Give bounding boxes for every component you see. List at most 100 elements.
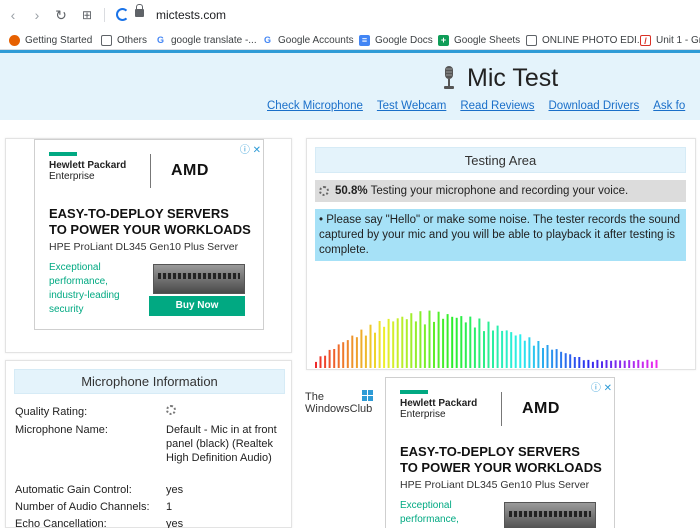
- visualizer-bar: [374, 332, 376, 368]
- visualizer-bar: [478, 318, 481, 368]
- unit-icon: /: [640, 34, 651, 46]
- nav-download-drivers[interactable]: Download Drivers: [549, 100, 640, 112]
- visualizer-bar: [351, 335, 354, 368]
- ad-tagline-4: security: [49, 304, 84, 315]
- bookmark-getting-started[interactable]: Getting Started: [9, 33, 92, 47]
- ad-close-icon[interactable]: ⓘ ✕: [240, 141, 261, 156]
- agc-label: Automatic Gain Control:: [15, 484, 132, 496]
- address-divider: [104, 8, 105, 22]
- bookmark-google-accounts[interactable]: G Google Accounts: [262, 33, 354, 47]
- visualizer-bar: [637, 359, 640, 368]
- hpe-ad-bottom[interactable]: ⓘ ✕ Hewlett Packard Enterprise AMD EASY-…: [385, 377, 615, 528]
- visualizer-bar: [405, 319, 408, 368]
- visualizer-bar: [501, 330, 504, 368]
- visualizer-bar: [414, 321, 417, 368]
- docs-icon: ≡: [359, 34, 370, 46]
- ad-tagline-1: Exceptional: [400, 500, 452, 511]
- visualizer-bar: [537, 341, 540, 368]
- firefox-icon: [9, 34, 20, 46]
- ad-tagline-3: industry-leading: [49, 290, 120, 301]
- nav-ask-for[interactable]: Ask fo: [653, 100, 685, 112]
- visualizer-bar: [628, 360, 631, 368]
- visualizer-bar: [387, 318, 390, 368]
- reload-icon[interactable]: ↻: [52, 6, 70, 24]
- visualizer-bar: [542, 348, 544, 368]
- visualizer-bar: [446, 314, 449, 368]
- progress-text: Testing your microphone and recording yo…: [367, 185, 629, 197]
- visualizer-bar: [455, 317, 458, 368]
- server-image: [153, 264, 245, 294]
- forward-icon[interactable]: ›: [28, 6, 46, 24]
- nav-test-webcam[interactable]: Test Webcam: [377, 100, 446, 112]
- audio-visualizer: [315, 310, 658, 368]
- hpe-bar: [400, 390, 428, 394]
- visualizer-bar: [315, 361, 317, 368]
- bookmark-others[interactable]: Others: [101, 33, 147, 47]
- visualizer-bar: [555, 349, 558, 368]
- audio-channels-value: 1: [166, 501, 173, 513]
- visualizer-bar: [346, 340, 349, 368]
- visualizer-bar: [510, 332, 513, 368]
- visualizer-bar: [496, 325, 499, 368]
- visualizer-bar: [401, 316, 404, 368]
- ad-close-icon[interactable]: ⓘ ✕: [591, 379, 612, 394]
- testing-area-title: Testing Area: [315, 147, 686, 173]
- visualizer-bar: [419, 311, 422, 368]
- folder-icon: [101, 34, 112, 46]
- amd-logo: AMD: [522, 400, 560, 417]
- ad-headline-2: TO POWER YOUR WORKLOADS: [49, 222, 251, 237]
- visualizer-bar: [587, 359, 590, 368]
- google-icon: G: [263, 34, 271, 45]
- visualizer-bar: [605, 360, 608, 368]
- site-title: Mic Test: [467, 64, 559, 92]
- visualizer-bar: [487, 321, 490, 368]
- visualizer-bar: [578, 357, 581, 368]
- visualizer-bar: [442, 318, 445, 368]
- visualizer-bar: [596, 359, 599, 368]
- visualizer-bar: [641, 361, 644, 368]
- nav-read-reviews[interactable]: Read Reviews: [460, 100, 534, 112]
- visualizer-bar: [582, 360, 585, 368]
- visualizer-bar: [591, 361, 594, 368]
- google-icon: G: [156, 34, 164, 45]
- echo-cancellation-label: Echo Cancellation:: [15, 518, 107, 528]
- visualizer-bar: [564, 353, 567, 368]
- visualizer-bar: [632, 361, 635, 368]
- bookmark-unit-1[interactable]: / Unit 1 - Gr: [640, 33, 700, 47]
- ad-headline-1: EASY-TO-DEPLOY SERVERS: [49, 206, 229, 221]
- hpe-logo: Hewlett Packard Enterprise: [49, 152, 126, 182]
- nav-check-microphone[interactable]: Check Microphone: [267, 100, 363, 112]
- hpe-brand-sub: Enterprise: [400, 409, 446, 420]
- bookmark-google-translate[interactable]: G google translate -...: [155, 33, 257, 47]
- bookmark-google-sheets[interactable]: + Google Sheets: [438, 33, 520, 47]
- server-image: [504, 502, 596, 528]
- mic-name-label: Microphone Name:: [15, 424, 108, 436]
- site-header: Mic Test Check Microphone Test Webcam Re…: [0, 50, 700, 120]
- bookmark-online-photo-editor[interactable]: ONLINE PHOTO EDI...: [526, 33, 645, 47]
- site-nav: Check Microphone Test Webcam Read Review…: [267, 100, 685, 112]
- microphone-icon: [444, 66, 454, 89]
- grid-icon[interactable]: ⊞: [78, 6, 96, 24]
- visualizer-bar: [392, 321, 395, 368]
- visualizer-bar: [569, 354, 572, 368]
- back-icon[interactable]: ‹: [4, 6, 22, 24]
- visualizer-bar: [560, 351, 563, 368]
- visualizer-bar: [460, 316, 463, 368]
- visualizer-bar: [551, 349, 554, 368]
- quality-rating-label: Quality Rating:: [15, 406, 88, 418]
- buy-now-button[interactable]: Buy Now: [149, 296, 245, 316]
- amd-logo: AMD: [171, 162, 209, 179]
- visualizer-bar: [619, 360, 622, 368]
- hpe-ad-top[interactable]: ⓘ ✕ Hewlett Packard Enterprise AMD EASY-…: [34, 139, 264, 330]
- logo-divider: [501, 392, 502, 426]
- url-text[interactable]: mictests.com: [156, 8, 226, 22]
- bookmark-google-docs[interactable]: ≡ Google Docs: [359, 33, 433, 47]
- ad-product: HPE ProLiant DL345 Gen10 Plus Server: [49, 241, 239, 253]
- visualizer-bar: [469, 316, 472, 368]
- visualizer-bar: [328, 349, 331, 368]
- agc-value: yes: [166, 484, 184, 496]
- ad-tagline-2: performance,: [400, 514, 459, 525]
- lock-icon[interactable]: [135, 4, 144, 17]
- visualizer-bar: [333, 349, 336, 368]
- visualizer-bar: [355, 337, 358, 368]
